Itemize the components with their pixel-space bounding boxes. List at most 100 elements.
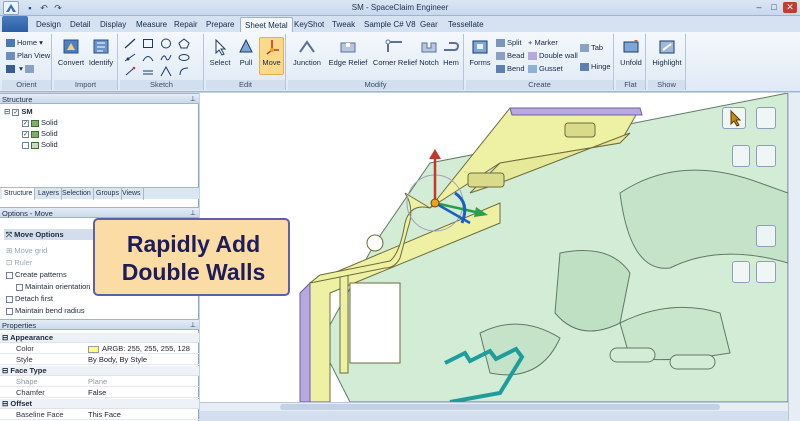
shape-property[interactable]: Shape Plane bbox=[0, 377, 199, 387]
maximize-icon[interactable]: □ bbox=[767, 2, 781, 13]
maintain-bend-radius-option[interactable]: Maintain bend radius bbox=[6, 305, 85, 316]
tangent-line-icon[interactable] bbox=[124, 52, 136, 63]
edge-relief-button[interactable]: Edge Relief bbox=[326, 38, 370, 67]
notch-button[interactable]: Notch bbox=[418, 38, 440, 67]
select-button[interactable]: Select bbox=[208, 38, 232, 67]
style-property[interactable]: Style By Body, By Style bbox=[0, 355, 199, 365]
bend-button[interactable]: Bend bbox=[496, 64, 525, 74]
convert-button[interactable]: Convert bbox=[57, 38, 85, 67]
minimize-icon[interactable]: – bbox=[752, 2, 766, 13]
rectangle-tool-icon[interactable] bbox=[142, 38, 154, 49]
spline-tool-icon[interactable] bbox=[160, 52, 172, 63]
circle-tool-icon[interactable] bbox=[160, 38, 172, 49]
direction-guide-icon[interactable] bbox=[756, 145, 776, 167]
pin-icon[interactable]: ⊥ bbox=[190, 320, 196, 331]
item-checkbox[interactable]: ✓ bbox=[22, 119, 29, 127]
ellipse-tool-icon[interactable] bbox=[178, 52, 190, 63]
vertical-scrollbar[interactable] bbox=[788, 93, 800, 421]
select-icon bbox=[215, 38, 227, 56]
point-tool-icon[interactable] bbox=[124, 66, 136, 77]
face-type-category[interactable]: ⊟ Face Type bbox=[0, 366, 199, 376]
corner-relief-button[interactable]: Corner Relief bbox=[372, 38, 418, 67]
tab-sheet-metal[interactable]: Sheet Metal bbox=[240, 17, 293, 32]
title-bar: ▪ ↶ ↷ SM - SpaceClaim Engineer – □ ✕ bbox=[0, 0, 800, 16]
collapse-icon[interactable]: ⊟ bbox=[4, 107, 10, 116]
identify-button[interactable]: Identify bbox=[87, 38, 115, 67]
polygon-tool-icon[interactable] bbox=[178, 38, 190, 49]
tab-layers[interactable]: Layers bbox=[36, 188, 63, 200]
sweep-arc-icon[interactable] bbox=[178, 66, 190, 77]
highlight-button[interactable]: Highlight bbox=[650, 38, 684, 67]
tab-structure[interactable]: Structure bbox=[2, 188, 36, 200]
home-button[interactable]: Home ▾ bbox=[6, 38, 43, 48]
move-grid-option[interactable]: ⊞ Move grid bbox=[6, 245, 47, 256]
view-mode-button[interactable]: ▾ bbox=[6, 64, 36, 74]
gusset-button[interactable]: Gusset bbox=[528, 64, 563, 74]
create-patterns-option[interactable]: Create patterns bbox=[6, 269, 67, 280]
tree-item[interactable]: ✓ Solid bbox=[22, 118, 58, 128]
tab-tweak[interactable]: Tweak bbox=[328, 17, 359, 32]
detach-first-option[interactable]: Detach first bbox=[6, 293, 53, 304]
tab-prepare[interactable]: Prepare bbox=[202, 17, 238, 32]
tab-design[interactable]: Design bbox=[32, 17, 65, 32]
arc-tool-icon[interactable] bbox=[142, 52, 154, 63]
marker-button[interactable]: + Marker bbox=[528, 38, 558, 48]
scrollbar-thumb[interactable] bbox=[280, 404, 720, 410]
tab-measure[interactable]: Measure bbox=[132, 17, 171, 32]
tab-button[interactable]: Tab bbox=[580, 43, 603, 53]
chamfer-property[interactable]: Chamfer False bbox=[0, 388, 199, 398]
pivot-guide-icon[interactable] bbox=[756, 261, 776, 283]
tab-selection[interactable]: Selection bbox=[60, 188, 94, 200]
select-tool-icon[interactable] bbox=[722, 107, 746, 129]
horizontal-scrollbar[interactable] bbox=[200, 402, 788, 411]
ruler-guide-icon[interactable] bbox=[756, 225, 776, 247]
baseline-face-property[interactable]: Baseline Face This Face bbox=[0, 410, 199, 420]
anchor-guide-icon[interactable] bbox=[732, 145, 750, 167]
tab-sample[interactable]: Sample C# V8 bbox=[360, 17, 420, 32]
appearance-category[interactable]: ⊟ Appearance bbox=[0, 333, 199, 343]
plan-view-button[interactable]: Plan View bbox=[6, 51, 50, 61]
up-to-guide-icon[interactable] bbox=[732, 261, 750, 283]
maintain-orientation-option[interactable]: Maintain orientation bbox=[16, 281, 90, 292]
unfold-button[interactable]: Unfold bbox=[618, 38, 644, 67]
hinge-button[interactable]: Hinge bbox=[580, 62, 611, 72]
tab-tessellate[interactable]: Tessellate bbox=[444, 17, 488, 32]
tree-item[interactable]: ✓ Solid bbox=[22, 129, 58, 139]
tab-display[interactable]: Display bbox=[96, 17, 130, 32]
double-wall-button[interactable]: Double wall bbox=[528, 51, 578, 61]
tree-root[interactable]: ⊟ ✓ SM bbox=[4, 107, 33, 117]
offset-category[interactable]: ⊟ Offset bbox=[0, 399, 199, 409]
tab-views[interactable]: Views bbox=[120, 188, 144, 200]
trim-tool-icon[interactable] bbox=[160, 66, 172, 77]
pin-icon[interactable]: ⊥ bbox=[190, 94, 196, 105]
item-checkbox[interactable] bbox=[22, 141, 29, 149]
junction-button[interactable]: Junction bbox=[290, 38, 324, 67]
tab-repair[interactable]: Repair bbox=[170, 17, 202, 32]
move-button[interactable]: Move bbox=[259, 37, 284, 75]
tree-item[interactable]: Solid bbox=[22, 140, 58, 150]
checkbox[interactable] bbox=[6, 271, 13, 279]
hem-button[interactable]: Hem bbox=[440, 38, 462, 67]
forms-button[interactable]: Forms bbox=[468, 38, 492, 67]
tab-detail[interactable]: Detail bbox=[66, 17, 94, 32]
pull-button[interactable]: Pull bbox=[234, 38, 258, 67]
ruler-option[interactable]: ⊡ Ruler bbox=[6, 257, 32, 268]
tab-keyshot[interactable]: KeyShot bbox=[290, 17, 328, 32]
offset-tool-icon[interactable] bbox=[142, 66, 154, 77]
close-icon[interactable]: ✕ bbox=[783, 2, 797, 13]
item-checkbox[interactable]: ✓ bbox=[22, 130, 29, 138]
options-panel-header: Options - Move ⊥ bbox=[0, 207, 199, 218]
color-property[interactable]: Color ARGB: 255, 255, 255, 128 bbox=[0, 344, 199, 354]
checkbox[interactable] bbox=[6, 295, 13, 303]
tab-groups[interactable]: Groups bbox=[94, 188, 122, 200]
line-tool-icon[interactable] bbox=[124, 38, 136, 49]
tool-guide-icon[interactable] bbox=[756, 107, 776, 129]
root-checkbox[interactable]: ✓ bbox=[12, 108, 20, 116]
split-button[interactable]: Split bbox=[496, 38, 522, 48]
tab-gear[interactable]: Gear bbox=[416, 17, 442, 32]
checkbox[interactable] bbox=[16, 283, 23, 291]
checkbox[interactable] bbox=[6, 307, 13, 315]
bead-button[interactable]: Bead bbox=[496, 51, 525, 61]
file-tab[interactable] bbox=[2, 16, 28, 32]
solid-icon bbox=[31, 119, 39, 127]
